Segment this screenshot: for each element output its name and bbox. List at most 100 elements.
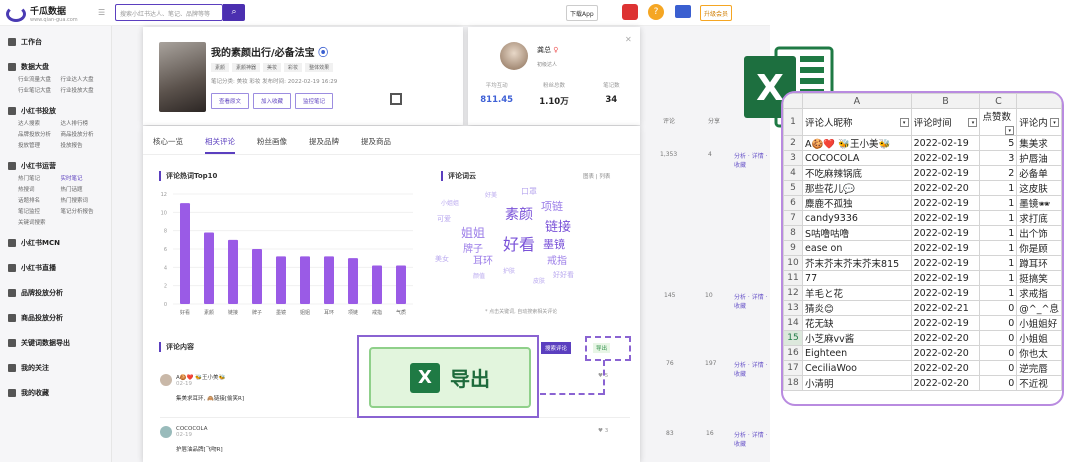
sidebar-item[interactable]: 笔记分析报告 [61, 207, 104, 218]
table-cell[interactable]: 3 [979, 150, 1018, 166]
sidebar-item[interactable]: 行业达人大盘 [61, 75, 104, 86]
table-cell[interactable]: 2022-02-19 [910, 165, 981, 181]
sidebar-item[interactable]: 热搜词 [18, 185, 61, 196]
cloud-word[interactable]: 好看 [503, 231, 535, 255]
cloud-word[interactable]: 可爱 [437, 214, 451, 224]
sidebar-item[interactable]: 投放报告 [61, 141, 104, 152]
table-cell[interactable]: 2022-02-19 [910, 315, 981, 331]
table-cell[interactable]: 不吃麻辣锅底 [802, 165, 912, 181]
table-cell[interactable]: 1 [979, 210, 1018, 226]
sidebar-item[interactable]: 热门话题 [61, 185, 104, 196]
table-cell[interactable]: 2022-02-20 [910, 375, 981, 391]
cloud-word[interactable]: 美女 [435, 254, 449, 264]
cloud-word[interactable]: 姐姐 [461, 224, 485, 241]
sidebar-item[interactable]: 行业投放大盘 [61, 86, 104, 97]
column-letter[interactable] [1016, 93, 1062, 109]
cloud-word[interactable]: 好好看 [553, 270, 574, 280]
table-cell[interactable]: 2 [979, 165, 1018, 181]
sidebar-section[interactable]: 我的收藏 [0, 385, 111, 401]
table-cell[interactable]: 你是顾 [1016, 240, 1062, 256]
table-cell[interactable]: 求打底 [1016, 210, 1062, 226]
table-cell[interactable]: CeciliaWoo [802, 360, 912, 376]
table-cell[interactable]: 护唇油 [1016, 150, 1062, 166]
sidebar-section[interactable]: 我的关注 [0, 360, 111, 376]
cloud-word[interactable]: 链接 [545, 216, 571, 235]
table-cell[interactable]: 2022-02-20 [910, 345, 981, 361]
search-icon[interactable]: ⌕ [223, 4, 245, 21]
table-cell[interactable]: 集美求 [1016, 135, 1062, 151]
sidebar-section[interactable]: 品牌投放分析 [0, 285, 111, 301]
table-cell[interactable]: 2022-02-19 [910, 195, 981, 211]
table-cell[interactable]: 2022-02-20 [910, 360, 981, 376]
table-cell[interactable]: 挺搞笑 [1016, 270, 1062, 286]
export-button[interactable]: 导出 [593, 343, 611, 353]
view-original-button[interactable]: 查看原文 [211, 93, 250, 109]
sidebar-item[interactable]: 品牌投放分析 [18, 130, 61, 141]
table-cell[interactable]: 0 [979, 300, 1018, 316]
cloud-word[interactable]: 好美 [485, 190, 497, 199]
table-cell[interactable]: 2022-02-19 [910, 270, 981, 286]
table-cell[interactable]: 1 [979, 240, 1018, 256]
table-cell[interactable]: @^_^息 [1016, 300, 1062, 316]
column-letter[interactable]: B [910, 93, 981, 109]
filter-dropdown-icon[interactable]: ▾ [1005, 126, 1015, 135]
search-input[interactable]: 搜索小红书达人、笔记、品牌等等 [115, 4, 223, 21]
table-cell[interactable]: COCOCOLA [802, 150, 912, 166]
sidebar-item[interactable]: 投放管理 [18, 141, 61, 152]
table-cell[interactable]: 你也太 [1016, 345, 1062, 361]
table-cell[interactable]: 2022-02-19 [910, 255, 981, 271]
sidebar-item[interactable]: 商品投放分析 [61, 130, 104, 141]
cloud-word[interactable]: 素颜 [505, 204, 533, 224]
export-button-large[interactable]: X 导出 [369, 347, 531, 408]
table-cell[interactable]: 不近视 [1016, 375, 1062, 391]
sidebar-item[interactable]: 实时笔记 [61, 174, 104, 185]
table-cell[interactable]: 那些花儿💬 [802, 180, 912, 196]
bar[interactable] [396, 265, 406, 305]
search-comments-button[interactable]: 搜索评论 [541, 342, 572, 354]
app-logo[interactable]: 千瓜数据 www.qian-gua.com [6, 4, 78, 23]
bar[interactable] [348, 258, 358, 304]
table-cell[interactable]: 1 [979, 180, 1018, 196]
column-header[interactable]: 评论内 ▾ [1016, 108, 1062, 136]
table-cell[interactable]: 小姐姐 [1016, 330, 1062, 346]
table-cell[interactable]: 1 [979, 255, 1018, 271]
table-cell[interactable]: Eighteen [802, 345, 912, 361]
download-app-button[interactable]: 下载App [566, 5, 598, 21]
table-cell[interactable]: 小清明 [802, 375, 912, 391]
cloud-word[interactable]: 护肤 [503, 266, 515, 275]
table-cell[interactable]: 墨镜🕶 [1016, 195, 1062, 211]
table-cell[interactable]: 小芝麻vv酱 [802, 330, 912, 346]
table-cell[interactable]: 花无缺 [802, 315, 912, 331]
tab-comments[interactable]: 相关评论 [205, 136, 235, 154]
apps-icon[interactable] [622, 4, 638, 20]
cloud-word[interactable]: 口罩 [521, 186, 537, 197]
sidebar-section[interactable]: 小红书投放 [0, 103, 111, 119]
table-cell[interactable]: 2022-02-20 [910, 180, 981, 196]
view-toggle[interactable]: 图表 | 列表 [583, 172, 610, 180]
table-cell[interactable]: ease on [802, 240, 912, 256]
sidebar-item[interactable]: 行业流量大盘 [18, 75, 61, 86]
help-icon[interactable]: ? [648, 4, 664, 20]
note-cover-image[interactable] [159, 42, 206, 112]
bar[interactable] [252, 249, 262, 304]
tab-overview[interactable]: 核心一览 [153, 136, 183, 154]
table-cell[interactable]: 羊毛と花 [802, 285, 912, 301]
table-cell[interactable]: 2022-02-19 [910, 210, 981, 226]
table-cell[interactable]: 2022-02-19 [910, 135, 981, 151]
sidebar-item[interactable]: 笔记监控 [18, 207, 61, 218]
sidebar-item[interactable]: 热门笔记 [18, 174, 61, 185]
bar[interactable] [372, 265, 382, 305]
table-cell[interactable]: 逆完唇 [1016, 360, 1062, 376]
cloud-word[interactable]: 牌子 [463, 240, 483, 255]
table-cell[interactable]: 2022-02-19 [910, 240, 981, 256]
cloud-word[interactable]: 项链 [541, 198, 563, 214]
cloud-word[interactable]: 颜值 [473, 271, 485, 280]
avatar[interactable] [500, 42, 528, 70]
upgrade-button[interactable]: 升级会员 [700, 5, 733, 21]
sidebar-section[interactable]: 小红书直播 [0, 260, 111, 276]
table-cell[interactable]: 必备单 [1016, 165, 1062, 181]
table-cell[interactable]: 2022-02-19 [910, 225, 981, 241]
sidebar-item[interactable]: 话题排名 [18, 196, 61, 207]
sidebar-item[interactable]: 行业笔记大盘 [18, 86, 61, 97]
table-cell[interactable]: 这皮肤 [1016, 180, 1062, 196]
